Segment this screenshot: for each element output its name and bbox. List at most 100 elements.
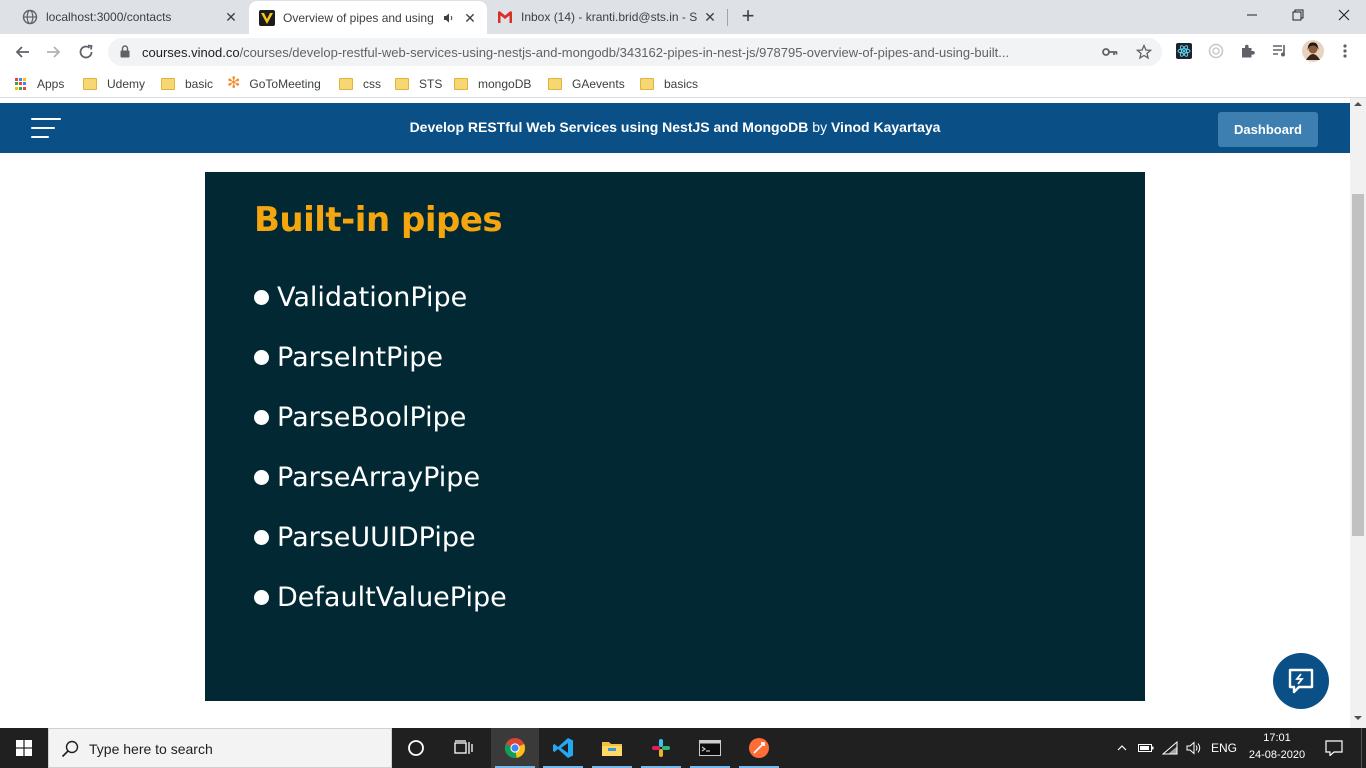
new-tab-button[interactable]: + bbox=[738, 5, 758, 27]
page-scrollbar[interactable] bbox=[1350, 98, 1366, 728]
cortana-circle-icon bbox=[408, 740, 424, 756]
reload-button[interactable] bbox=[74, 40, 98, 64]
list-item: ParseBoolPipe bbox=[254, 400, 466, 434]
url-text[interactable]: courses.vinod.co/courses/develop-restful… bbox=[142, 45, 1102, 60]
bullet-icon bbox=[254, 529, 269, 545]
media-controls-icon[interactable] bbox=[1271, 42, 1289, 60]
bookmark-label: css bbox=[363, 77, 381, 91]
list-item: ValidationPipe bbox=[254, 280, 467, 314]
taskbar-search-box[interactable]: Type here to search bbox=[48, 728, 392, 768]
task-view-icon bbox=[454, 740, 473, 754]
list-item: DefaultValuePipe bbox=[254, 580, 507, 614]
show-hidden-icons[interactable] bbox=[1114, 728, 1130, 768]
list-item: ParseArrayPipe bbox=[254, 460, 480, 494]
dashboard-button[interactable]: Dashboard bbox=[1218, 112, 1318, 147]
bookmark-gotomeeting[interactable]: ✻ GoToMeeting bbox=[227, 76, 321, 92]
pipe-name: DefaultValuePipe bbox=[277, 581, 507, 613]
scroll-down-arrow[interactable] bbox=[1354, 716, 1362, 720]
taskbar-chrome[interactable] bbox=[491, 728, 539, 768]
close-tab-icon[interactable]: ✕ bbox=[463, 11, 477, 25]
taskbar-terminal[interactable] bbox=[686, 728, 734, 768]
bookmark-star-icon[interactable] bbox=[1136, 44, 1152, 60]
list-item: ParseIntPipe bbox=[254, 340, 443, 374]
folder-icon bbox=[161, 78, 175, 90]
pipe-name: ValidationPipe bbox=[277, 281, 468, 313]
tab-localhost-contacts[interactable]: localhost:3000/contacts ✕ bbox=[8, 0, 248, 34]
bookmark-udemy[interactable]: Udemy bbox=[83, 76, 145, 92]
chrome-menu-icon[interactable] bbox=[1336, 42, 1354, 60]
scrollbar-thumb[interactable] bbox=[1352, 194, 1364, 536]
input-language[interactable]: ENG bbox=[1208, 728, 1240, 768]
task-view-button[interactable] bbox=[440, 728, 488, 768]
back-button[interactable] bbox=[10, 40, 34, 64]
extension-circle-icon[interactable] bbox=[1207, 42, 1225, 60]
close-tab-icon[interactable]: ✕ bbox=[703, 10, 717, 24]
slide-title: Built-in pipes bbox=[254, 200, 503, 240]
close-tab-icon[interactable]: ✕ bbox=[224, 10, 238, 24]
bookmark-label: GoToMeeting bbox=[249, 77, 321, 91]
clock-date: 24-08-2020 bbox=[1248, 749, 1306, 761]
scroll-up-arrow[interactable] bbox=[1354, 102, 1362, 106]
bookmark-basics[interactable]: basics bbox=[640, 76, 698, 92]
show-desktop-strip[interactable] bbox=[1361, 728, 1366, 768]
pipe-name: ParseBoolPipe bbox=[277, 401, 467, 433]
lock-icon[interactable] bbox=[120, 45, 130, 63]
apps-grid-icon bbox=[15, 78, 27, 90]
windows-logo-icon bbox=[16, 740, 32, 756]
author-name: Vinod Kayartaya bbox=[830, 119, 941, 135]
tab-overview-of-pipes[interactable]: Overview of pipes and using ✕ bbox=[249, 1, 487, 34]
tab-title: localhost:3000/contacts bbox=[46, 10, 172, 24]
start-button[interactable] bbox=[0, 728, 48, 768]
battery-icon[interactable] bbox=[1136, 728, 1156, 768]
course-header: Develop RESTful Web Services using NestJ… bbox=[0, 103, 1350, 153]
cortana-button[interactable] bbox=[392, 728, 440, 768]
forward-button[interactable] bbox=[42, 40, 66, 64]
react-devtools-icon[interactable] bbox=[1175, 42, 1193, 60]
bookmark-gaevents[interactable]: GAevents bbox=[548, 76, 625, 92]
wifi-icon[interactable] bbox=[1160, 728, 1180, 768]
bullet-icon bbox=[254, 289, 269, 305]
bookmarks-bar: Apps Udemy basic ✻ GoToMeeting css STS m… bbox=[0, 70, 1366, 98]
page-viewport: Develop RESTful Web Services using NestJ… bbox=[0, 98, 1350, 728]
bullet-icon bbox=[254, 409, 269, 425]
profile-avatar[interactable] bbox=[1302, 40, 1324, 62]
taskbar-clock[interactable]: 17:01 24-08-2020 bbox=[1242, 730, 1312, 764]
close-window-button[interactable] bbox=[1330, 4, 1358, 26]
bookmark-apps[interactable]: Apps bbox=[15, 76, 64, 92]
video-slide[interactable]: Built-in pipes ValidationPipe ParseIntPi… bbox=[205, 172, 1145, 701]
taskbar-file-explorer[interactable] bbox=[588, 728, 636, 768]
taskbar-vscode[interactable] bbox=[539, 728, 587, 768]
pipe-name: ParseUUIDPipe bbox=[277, 521, 476, 553]
extensions-puzzle-icon[interactable] bbox=[1239, 42, 1257, 60]
audio-playing-icon[interactable] bbox=[443, 12, 455, 27]
tab-strip: localhost:3000/contacts ✕ Overview of pi… bbox=[0, 0, 1366, 34]
tab-divider bbox=[727, 9, 728, 26]
restore-button[interactable] bbox=[1284, 4, 1312, 26]
tab-gmail-inbox[interactable]: Inbox (14) - kranti.brid@sts.in - S ✕ bbox=[487, 0, 727, 34]
bullet-icon bbox=[254, 589, 269, 605]
by-text: by bbox=[812, 119, 828, 135]
bookmark-label: Udemy bbox=[107, 77, 146, 91]
chrome-icon bbox=[504, 738, 526, 759]
bullet-icon bbox=[254, 349, 269, 365]
bookmark-mongodb[interactable]: mongoDB bbox=[454, 76, 531, 92]
pipe-name: ParseArrayPipe bbox=[277, 461, 481, 493]
bookmark-sts[interactable]: STS bbox=[395, 76, 442, 92]
volume-icon[interactable] bbox=[1184, 728, 1204, 768]
bookmark-css[interactable]: css bbox=[339, 76, 381, 92]
postman-icon bbox=[749, 738, 769, 758]
windows-taskbar: Type here to search ENG 17:01 24-08-2020 bbox=[0, 728, 1366, 768]
minimize-button[interactable] bbox=[1238, 4, 1266, 26]
folder-icon bbox=[339, 78, 353, 90]
taskbar-postman[interactable] bbox=[735, 728, 783, 768]
notifications-button[interactable] bbox=[1318, 728, 1350, 768]
key-icon[interactable] bbox=[1102, 44, 1118, 60]
bookmark-basic[interactable]: basic bbox=[161, 76, 213, 92]
folder-icon bbox=[395, 78, 409, 90]
bookmark-label: STS bbox=[419, 77, 443, 91]
address-bar[interactable]: courses.vinod.co/courses/develop-restful… bbox=[108, 38, 1162, 66]
vscode-icon bbox=[553, 738, 573, 758]
url-domain: courses.vinod.co bbox=[142, 45, 240, 60]
taskbar-slack[interactable] bbox=[637, 728, 685, 768]
chat-support-button[interactable] bbox=[1273, 653, 1329, 709]
